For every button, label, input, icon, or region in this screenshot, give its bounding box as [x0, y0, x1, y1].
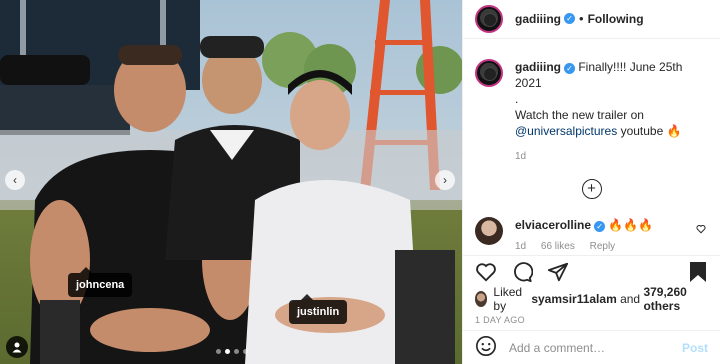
reply-button[interactable]: Reply — [590, 241, 616, 252]
comment-body: elviacerolline ✓ 🔥🔥🔥 1d 66 likes Reply — [515, 217, 653, 255]
comment-likes[interactable]: 66 likes — [541, 241, 575, 252]
carousel-indicator — [216, 349, 248, 354]
verified-badge-icon: ✓ — [564, 13, 575, 25]
likes-summary: Liked by syamsir11alam and 379,260 other… — [463, 285, 720, 313]
comment-item: elviacerolline ✓ 🔥🔥🔥 1d 66 likes Reply — [475, 216, 708, 255]
load-more: + — [475, 178, 708, 199]
post-comment-button[interactable]: Post — [682, 341, 708, 355]
comment-input[interactable] — [509, 340, 682, 355]
caption-suffix: youtube 🔥 — [620, 123, 682, 138]
post-timestamp[interactable]: 1 DAY AGO — [463, 309, 720, 331]
avatar[interactable] — [475, 216, 503, 245]
avatar[interactable] — [475, 58, 503, 87]
bookmark-icon[interactable] — [688, 261, 708, 283]
header-separator: • — [579, 11, 584, 27]
caption-body: gadiiing ✓ Finally!!!! June 25th 2021 . W… — [515, 59, 708, 165]
carousel-dot — [243, 349, 248, 354]
photo-scene — [0, 0, 462, 364]
comment-text: 🔥🔥🔥 — [608, 217, 654, 232]
comments-section: gadiiing ✓ Finally!!!! June 25th 2021 . W… — [463, 39, 720, 255]
carousel-dot-active — [225, 349, 230, 354]
following-button[interactable]: Following — [588, 12, 644, 26]
share-icon[interactable] — [547, 261, 569, 283]
carousel-dot — [234, 349, 239, 354]
add-comment-bar: Post — [463, 330, 720, 364]
post-header: gadiiing ✓ • Following — [463, 0, 720, 39]
photo-tag-justinlin[interactable]: justinlin — [289, 294, 348, 324]
comment-time[interactable]: 1d — [515, 241, 526, 252]
post-modal: ‹ › johncena justinlin gadiiing ✓ • Foll… — [0, 0, 720, 364]
emoji-icon[interactable] — [475, 335, 497, 360]
verified-badge-icon: ✓ — [564, 62, 575, 74]
comment-username[interactable]: elviacerolline — [515, 218, 591, 232]
author-username[interactable]: gadiiing — [515, 12, 561, 26]
likes-and: and — [620, 291, 641, 306]
mention-link[interactable]: @universalpictures — [515, 124, 617, 138]
caption-time[interactable]: 1d — [515, 149, 708, 165]
carousel-dot — [216, 349, 221, 354]
avatar[interactable] — [475, 4, 503, 33]
avatar[interactable] — [475, 290, 488, 307]
post-photo[interactable]: ‹ › johncena justinlin — [0, 0, 462, 364]
comment-icon[interactable] — [511, 261, 533, 283]
liker-username[interactable]: syamsir11alam — [531, 292, 616, 306]
verified-badge-icon: ✓ — [594, 220, 606, 232]
caption-username[interactable]: gadiiing — [515, 60, 561, 74]
photo-tag-johncena[interactable]: johncena — [68, 267, 133, 297]
caption-line2: Watch the new trailer on — [515, 107, 644, 122]
post-side-panel: gadiiing ✓ • Following gadiiing ✓ Finally… — [462, 0, 720, 364]
caption-dot: . — [515, 91, 519, 106]
plus-icon[interactable]: + — [581, 178, 602, 199]
chevron-right-icon[interactable]: › — [435, 170, 455, 190]
comment-meta: 1d 66 likes Reply — [515, 239, 653, 255]
person-tag-icon[interactable] — [6, 336, 28, 358]
action-bar — [463, 254, 720, 289]
comment-heart-icon[interactable] — [696, 224, 706, 234]
chevron-left-icon[interactable]: ‹ — [5, 170, 25, 190]
heart-icon[interactable] — [475, 261, 497, 283]
caption: gadiiing ✓ Finally!!!! June 25th 2021 . W… — [475, 58, 708, 165]
